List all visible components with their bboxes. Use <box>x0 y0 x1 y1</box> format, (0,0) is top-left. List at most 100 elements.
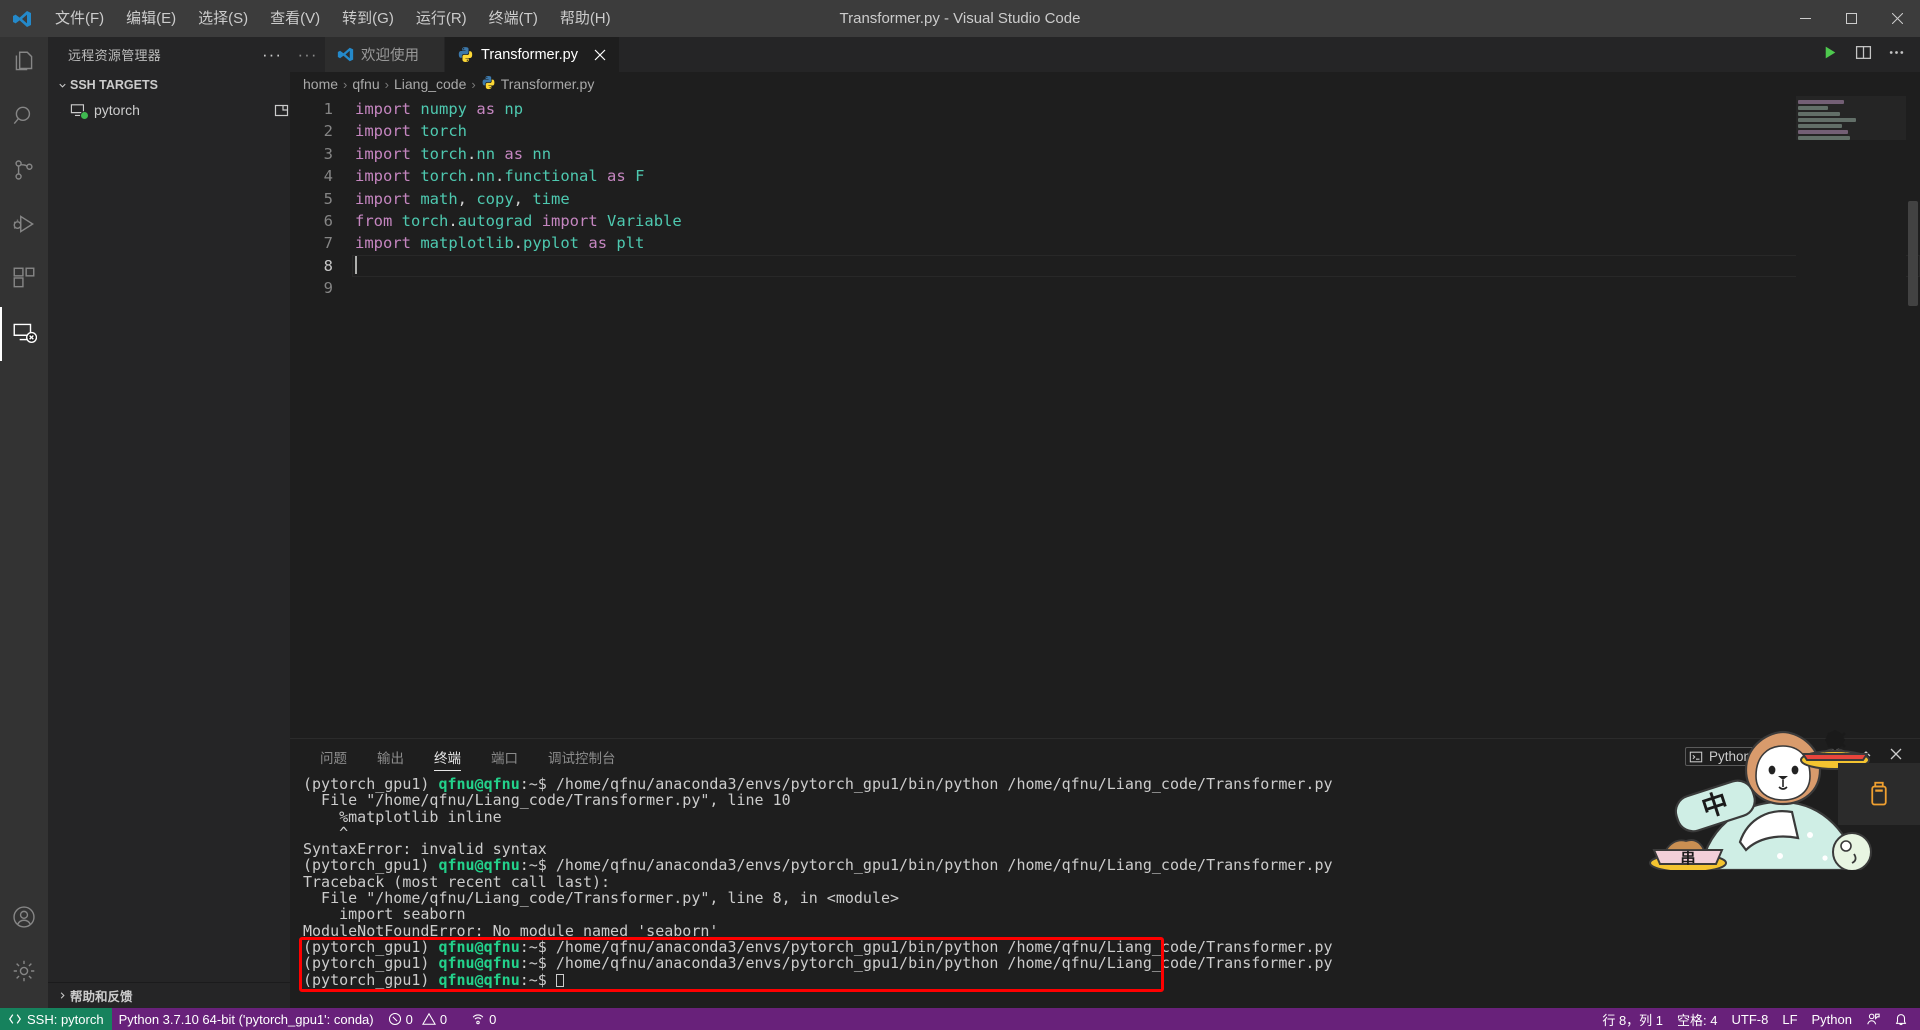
breadcrumb-item-liang-code[interactable]: Liang_code <box>394 76 466 92</box>
code-content[interactable]: import numpy as np import torch import tor… <box>352 96 1920 738</box>
activity-run-debug[interactable] <box>0 199 48 253</box>
status-errors[interactable]: 0 <box>381 1008 420 1030</box>
tab-transformer-py[interactable]: Transformer.py <box>445 37 620 72</box>
status-encoding[interactable]: UTF-8 <box>1725 1008 1776 1030</box>
code-editor[interactable]: 123456789 import numpy as np import torch… <box>290 96 1920 738</box>
menu-run[interactable]: 运行(R) <box>405 5 478 33</box>
run-file-button[interactable] <box>1816 41 1844 69</box>
status-python-interpreter[interactable]: Python 3.7.10 64-bit ('pytorch_gpu1': co… <box>112 1008 381 1030</box>
sidebar-item-pytorch[interactable]: pytorch <box>48 98 290 122</box>
terminal-line: %matplotlib inline <box>303 807 502 826</box>
status-remote-indicator[interactable]: SSH: pytorch <box>0 1008 112 1030</box>
breadcrumb-item-qfnu[interactable]: qfnu <box>352 76 379 92</box>
activity-extensions[interactable] <box>0 253 48 307</box>
panel-tab-ports[interactable]: 端口 <box>481 739 528 774</box>
terminal-cursor <box>555 973 564 987</box>
editor-scrollbar[interactable] <box>1906 96 1920 738</box>
code-line[interactable]: from torch.autograd import Variable <box>352 210 1920 232</box>
terminal-output[interactable]: (pytorch_gpu1) qfnu@qfnu:~$ /home/qfnu/a… <box>290 774 1920 1008</box>
close-icon[interactable] <box>591 49 609 61</box>
activity-settings[interactable] <box>0 946 48 1000</box>
status-notifications[interactable] <box>1887 1008 1920 1030</box>
menu-terminal[interactable]: 终端(T) <box>478 5 549 33</box>
new-window-icon[interactable] <box>274 102 290 118</box>
tabs-more-actions-button[interactable]: ··· <box>290 37 325 72</box>
maximize-button[interactable] <box>1828 0 1874 37</box>
panel-tab-problems[interactable]: 问题 <box>310 739 357 774</box>
tab-welcome[interactable]: 欢迎使用 <box>325 37 445 72</box>
status-ports[interactable]: 0 <box>464 1008 503 1030</box>
code-token: . <box>448 211 458 230</box>
editor-tabs: 欢迎使用 Transformer.py <box>325 37 620 72</box>
menu-file[interactable]: 文件(F) <box>44 5 115 33</box>
code-line[interactable] <box>352 277 1920 299</box>
minimap[interactable] <box>1796 96 1906 738</box>
menu-go[interactable]: 转到(G) <box>331 5 405 33</box>
terminal-line: File "/home/qfnu/Liang_code/Transformer.… <box>303 889 900 908</box>
line-number: 5 <box>323 189 333 208</box>
split-terminal-icon <box>1798 746 1814 767</box>
warning-icon <box>421 1012 436 1026</box>
status-cursor-position[interactable]: 行 8，列 1 <box>1595 1008 1670 1030</box>
status-indentation[interactable]: 空格: 4 <box>1670 1008 1724 1030</box>
code-line[interactable] <box>352 255 1920 277</box>
panel-tab-debug-console[interactable]: 调试控制台 <box>538 739 626 774</box>
activity-search[interactable] <box>0 91 48 145</box>
status-language-mode[interactable]: Python <box>1805 1008 1859 1030</box>
code-line[interactable]: import numpy as np <box>352 98 1920 120</box>
activity-account[interactable] <box>0 892 48 946</box>
python-file-icon <box>457 46 474 63</box>
sidebar-more-actions-button[interactable]: ··· <box>262 45 282 65</box>
terminal-env: (pytorch_gpu1) <box>303 775 439 793</box>
minimize-button[interactable] <box>1782 0 1828 37</box>
vscode-window: 文件(F) 编辑(E) 选择(S) 查看(V) 转到(G) 运行(R) 终端(T… <box>0 0 1920 1030</box>
panel-tab-output[interactable]: 输出 <box>367 739 414 774</box>
sidebar: 远程资源管理器 ··· SSH TARGETS pytorch 帮助和反馈 <box>48 37 290 1008</box>
activity-remote-explorer[interactable] <box>0 307 48 361</box>
close-button[interactable] <box>1874 0 1920 37</box>
terminal-line: ^ <box>303 823 349 842</box>
minimap-slider[interactable] <box>1796 96 1906 140</box>
status-feedback[interactable] <box>1859 1008 1887 1030</box>
code-line[interactable]: import torch <box>352 120 1920 142</box>
terminal-user: qfnu@qfnu <box>438 954 520 973</box>
sidebar-footer-help[interactable]: 帮助和反馈 <box>48 982 290 1008</box>
scrollbar-thumb[interactable] <box>1908 201 1918 306</box>
window-controls <box>1782 0 1920 37</box>
line-number-gutter: 1 2 3 4 5 6 7 8 9 <box>290 96 352 738</box>
editor-more-actions-button[interactable] <box>1882 41 1910 69</box>
panel-tab-terminal[interactable]: 终端 <box>424 739 471 774</box>
split-terminal-button[interactable] <box>1794 745 1818 769</box>
menu-selection[interactable]: 选择(S) <box>187 5 259 33</box>
activity-explorer[interactable] <box>0 37 48 91</box>
breadcrumb-label: Liang_code <box>393 76 467 92</box>
breadcrumb-item-file[interactable]: Transformer.py <box>481 75 594 93</box>
code-line[interactable]: import math, copy, time <box>352 188 1920 210</box>
status-warnings[interactable]: 0 <box>420 1008 454 1030</box>
usb-device-popup[interactable] <box>1838 763 1920 825</box>
terminal-prompt-symbol: :~$ <box>519 954 556 973</box>
code-line[interactable]: import matplotlib.pyplot as plt <box>352 232 1920 254</box>
status-eol[interactable]: LF <box>1775 1008 1804 1030</box>
run-python-file-icon <box>1822 44 1839 66</box>
breadcrumb-item-home[interactable]: home <box>303 76 338 92</box>
sidebar-section-ssh-targets[interactable]: SSH TARGETS <box>48 72 290 98</box>
code-line[interactable]: import torch.nn as nn <box>352 143 1920 165</box>
menu-edit[interactable]: 编辑(E) <box>115 5 187 33</box>
status-remote-label: SSH: pytorch <box>27 1011 104 1027</box>
activity-source-control[interactable] <box>0 145 48 199</box>
breadcrumb: home › qfnu › Liang_code › Transformer.p… <box>290 72 1920 96</box>
menu-help[interactable]: 帮助(H) <box>549 5 622 33</box>
menu-view[interactable]: 查看(V) <box>259 5 331 33</box>
terminal-line: Traceback (most recent call last): <box>303 872 611 891</box>
new-terminal-button[interactable] <box>1764 745 1788 769</box>
code-token: math <box>420 189 458 208</box>
split-editor-button[interactable] <box>1849 41 1877 69</box>
line-number: 1 <box>323 100 333 118</box>
terminal-selector[interactable]: Python <box>1684 747 1758 766</box>
code-line[interactable]: import torch.nn.functional as F <box>352 165 1920 187</box>
